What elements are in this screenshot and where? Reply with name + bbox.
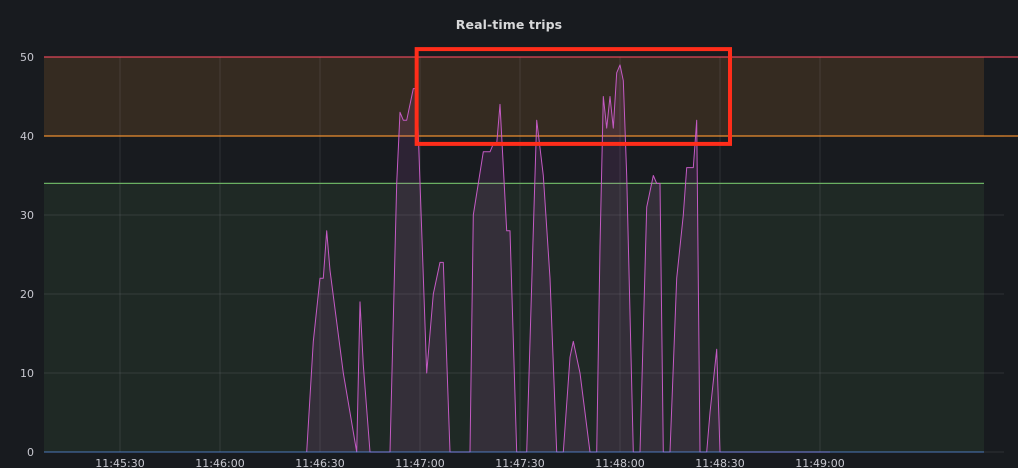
- x-tick-label: 11:49:00: [795, 457, 844, 468]
- x-tick-label: 11:48:30: [695, 457, 744, 468]
- y-tick-label: 0: [27, 446, 34, 459]
- x-tick-label: 11:46:00: [195, 457, 244, 468]
- x-tick-label: 11:47:30: [495, 457, 544, 468]
- x-tick-label: 11:45:30: [95, 457, 144, 468]
- y-tick-label: 50: [20, 51, 34, 64]
- chart-panel: Real-time trips 0 10 20 30 40 50 11:45:30 11:4…: [0, 0, 1018, 468]
- y-tick-label: 30: [20, 209, 34, 222]
- x-tick-label: 11:47:00: [395, 457, 444, 468]
- chart-svg: 0 10 20 30 40 50 11:45:30 11:46:00 11:46:30 11:4…: [20, 47, 1018, 468]
- threshold-band-1: [44, 57, 984, 136]
- y-tick-label: 10: [20, 367, 34, 380]
- x-tick-label: 11:46:30: [295, 457, 344, 468]
- y-tick-label: 40: [20, 130, 34, 143]
- y-tick-label: 20: [20, 288, 34, 301]
- x-tick-label: 11:48:00: [595, 457, 644, 468]
